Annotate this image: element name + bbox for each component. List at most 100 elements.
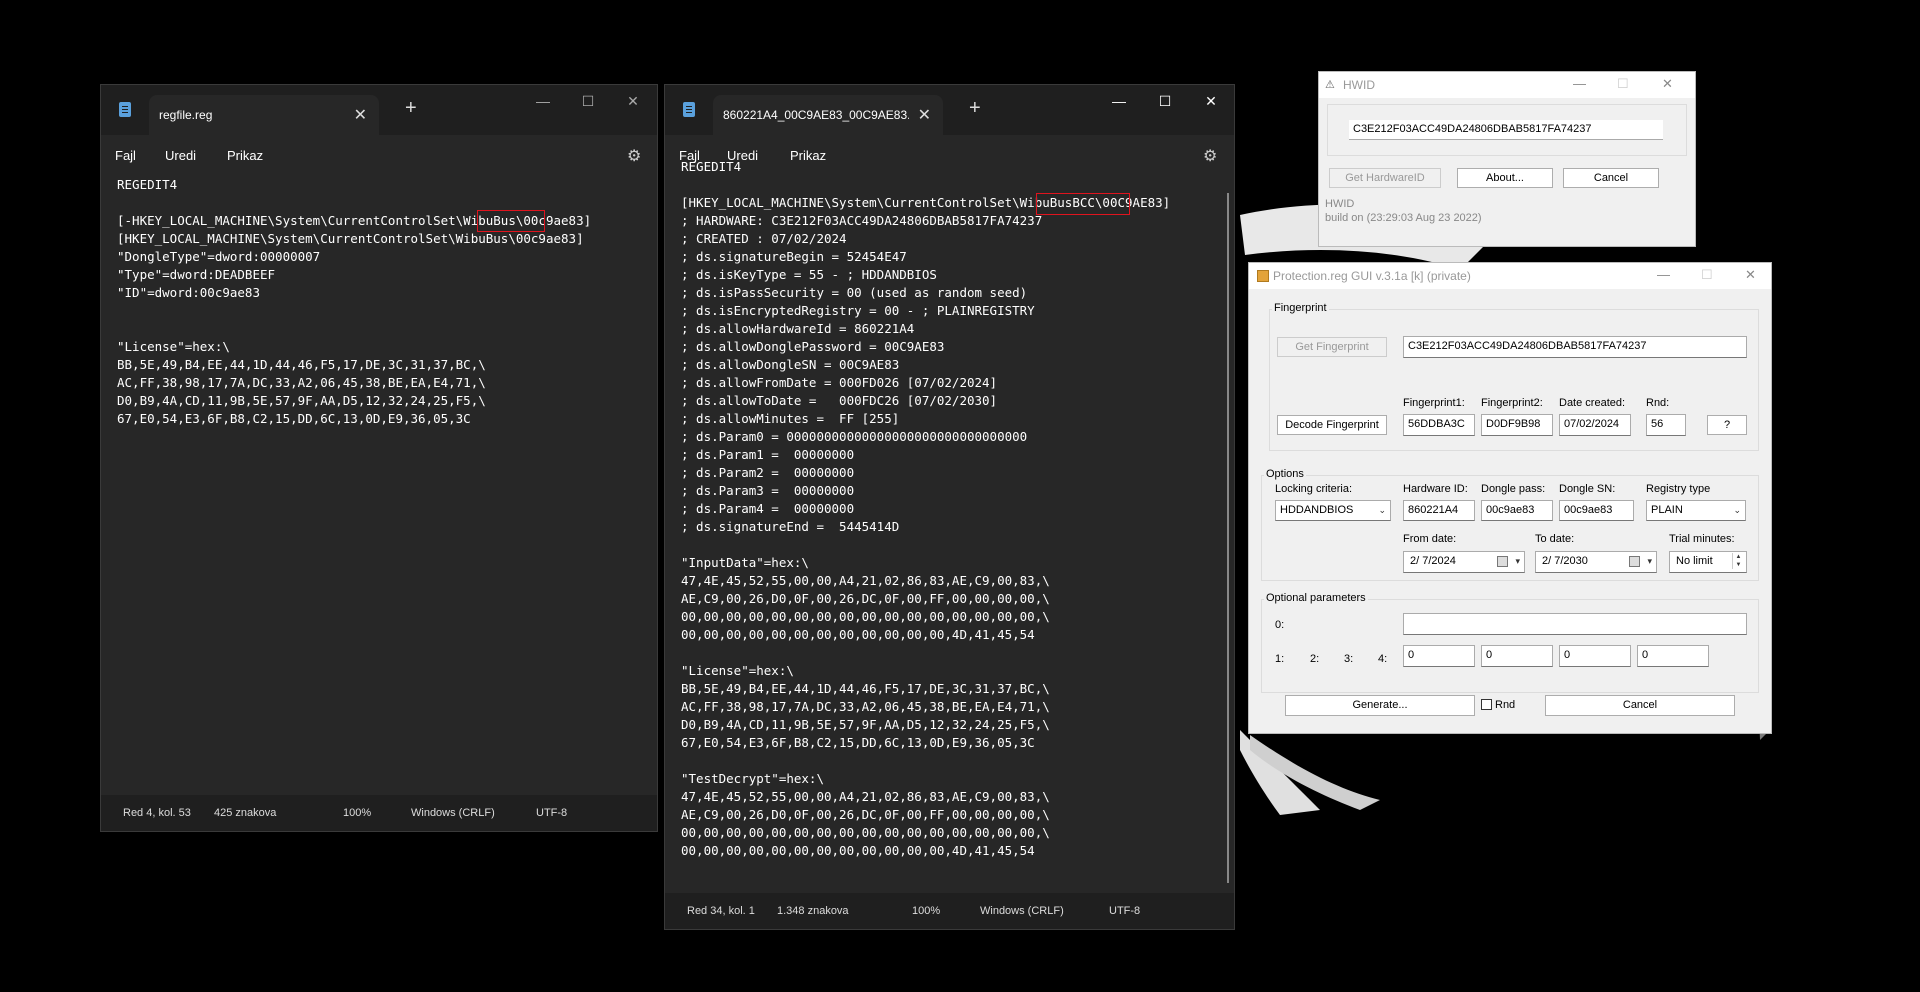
registry-type-select[interactable]: PLAIN ⌄ (1646, 500, 1746, 521)
minimize-icon[interactable]: — (1573, 76, 1586, 91)
date-created-field[interactable]: 07/02/2024 (1559, 414, 1631, 436)
locking-criteria-value: HDDANDBIOS (1280, 504, 1354, 516)
group-label: Options (1264, 468, 1306, 480)
to-date-value: 2/ 7/2030 (1542, 555, 1588, 567)
chevron-down-icon: ⌄ (1378, 505, 1386, 515)
line-ending[interactable]: Windows (CRLF) (411, 807, 495, 819)
text-line: 00,00,00,00,00,00,00,00,00,00,00,00,4D,4… (681, 627, 1035, 642)
status-bar: Red 34, kol. 1 1.348 znakova 100% Window… (665, 893, 1234, 929)
tab-generated[interactable]: 860221A4_00C9AE83_00C9AE83.reg ✕ (713, 95, 943, 135)
minimize-icon[interactable]: — (1109, 93, 1129, 109)
text-line: ; ds.isPassSecurity = 00 (used as random… (681, 285, 1028, 300)
text-line: 00,00,00,00,00,00,00,00,00,00,00,00,00,0… (681, 609, 1050, 624)
param2-label: 2: (1310, 653, 1320, 665)
title-bar: regfile.reg ✕ + — ☐ ✕ (101, 85, 657, 135)
text-line: ; ds.signatureBegin = 52454E47 (681, 249, 907, 264)
dongle-sn-input[interactable]: 00c9ae83 (1559, 500, 1634, 521)
menu-edit[interactable]: Uredi (165, 148, 196, 163)
title-bar: ⚠ HWID — ☐ ✕ (1319, 72, 1695, 98)
text-line: ; ds.Param3 = 00000000 (681, 483, 855, 498)
maximize-icon[interactable]: ☐ (1155, 93, 1175, 110)
zoom-level[interactable]: 100% (343, 807, 371, 819)
fingerprint2-field[interactable]: D0DF9B98 (1481, 414, 1553, 436)
registry-type-value: PLAIN (1651, 504, 1683, 516)
close-icon[interactable]: ✕ (1662, 76, 1673, 92)
param1-input[interactable]: 0 (1403, 645, 1475, 667)
param0-label: 0: (1275, 619, 1285, 631)
encoding[interactable]: UTF-8 (1109, 905, 1140, 917)
maximize-icon: ☐ (1701, 267, 1713, 282)
get-fingerprint-button[interactable]: Get Fingerprint (1277, 337, 1387, 357)
trial-minutes-stepper[interactable]: No limit ▲ ▼ (1669, 551, 1747, 573)
minimize-icon[interactable]: — (1657, 267, 1670, 282)
text-line: ; ds.allowToDate = 000FDC26 [07/02/2030] (681, 393, 998, 408)
tab-regfile[interactable]: regfile.reg ✕ (149, 95, 379, 135)
char-count: 425 znakova (214, 807, 277, 819)
dialog-title: Protection.reg GUI v.3.1a [k] (private) (1273, 269, 1471, 283)
from-date-picker[interactable]: 2/ 7/2024 ▾ (1403, 551, 1525, 573)
new-tab-icon[interactable]: + (405, 97, 417, 120)
fingerprint2-label: Fingerprint2: (1481, 397, 1543, 409)
calendar-icon[interactable] (1497, 556, 1508, 567)
menu-view[interactable]: Prikaz (227, 148, 263, 163)
text-line: 67,E0,54,E3,6F,B8,C2,15,DD,6C,13,0D,E9,3… (681, 735, 1035, 750)
text-line: ; ds.isKeyType = 55 - ; HDDANDBIOS (681, 267, 937, 282)
text-line (681, 176, 1170, 194)
settings-gear-icon[interactable]: ⚙ (1203, 146, 1217, 166)
spin-arrows-icon[interactable]: ▲ ▼ (1732, 553, 1744, 569)
param1-label: 1: (1275, 653, 1285, 665)
locking-criteria-select[interactable]: HDDANDBIOS ⌄ (1275, 500, 1391, 521)
registry-type-label: Registry type (1646, 483, 1711, 495)
vertical-scrollbar[interactable] (1227, 193, 1229, 883)
param2-input[interactable]: 0 (1481, 645, 1553, 667)
chevron-down-icon[interactable]: ▾ (1647, 552, 1652, 570)
fingerprint-field[interactable]: C3E212F03ACC49DA24806DBAB5817FA74237 (1403, 336, 1747, 358)
hardware-id-label: Hardware ID: (1403, 483, 1468, 495)
text-line: ; ds.signatureEnd = 5445414D (681, 519, 900, 534)
encoding[interactable]: UTF-8 (536, 807, 567, 819)
close-tab-icon[interactable]: ✕ (918, 105, 931, 125)
dongle-pass-label: Dongle pass: (1481, 483, 1546, 495)
text-line: "DongleType"=dword:00000007 (117, 249, 321, 264)
close-icon[interactable]: ✕ (1745, 267, 1756, 283)
zoom-level[interactable]: 100% (912, 905, 940, 917)
rnd-checkbox[interactable] (1481, 699, 1492, 710)
param0-input[interactable] (1403, 613, 1747, 635)
about-button[interactable]: About... (1457, 168, 1553, 188)
get-hardwareid-button[interactable]: Get HardwareID (1329, 168, 1441, 188)
text-line: 00,00,00,00,00,00,00,00,00,00,00,00,00,0… (681, 825, 1050, 840)
protection-gui-dialog: Protection.reg GUI v.3.1a [k] (private) … (1248, 262, 1772, 734)
help-button[interactable]: ? (1707, 415, 1747, 435)
to-date-picker[interactable]: 2/ 7/2030 ▾ (1535, 551, 1657, 573)
cancel-button[interactable]: Cancel (1545, 695, 1735, 716)
param4-input[interactable]: 0 (1637, 645, 1709, 667)
hardware-id-field[interactable]: C3E212F03ACC49DA24806DBAB5817FA74237 (1349, 120, 1663, 140)
param3-input[interactable]: 0 (1559, 645, 1631, 667)
new-tab-icon[interactable]: + (969, 97, 981, 120)
text-line: 00,00,00,00,00,00,00,00,00,00,00,00,4D,4… (681, 843, 1035, 858)
chevron-down-icon[interactable]: ▾ (1515, 552, 1520, 570)
cancel-button[interactable]: Cancel (1563, 168, 1659, 188)
text-line: ; ds.allowMinutes = FF [255] (681, 411, 900, 426)
text-line (681, 752, 1170, 770)
close-icon[interactable]: ✕ (623, 93, 643, 110)
rnd-field[interactable]: 56 (1646, 414, 1686, 436)
hwid-dialog: ⚠ HWID — ☐ ✕ C3E212F03ACC49DA24806DBAB58… (1318, 71, 1696, 247)
minimize-icon[interactable]: — (533, 93, 553, 109)
maximize-icon[interactable]: ☐ (578, 93, 598, 110)
close-icon[interactable]: ✕ (1201, 93, 1221, 110)
text-line (117, 320, 591, 338)
line-ending[interactable]: Windows (CRLF) (980, 905, 1064, 917)
dongle-pass-input[interactable]: 00c9ae83 (1481, 500, 1553, 521)
close-tab-icon[interactable]: ✕ (354, 105, 367, 125)
text-editor[interactable]: REGEDIT4 [HKEY_LOCAL_MACHINE\System\Curre… (681, 158, 1170, 860)
hardware-id-input[interactable]: 860221A4 (1403, 500, 1475, 521)
text-line: D0,B9,4A,CD,11,9B,5E,57,9F,AA,D5,12,32,2… (681, 717, 1050, 732)
fingerprint1-field[interactable]: 56DDBA3C (1403, 414, 1475, 436)
menu-file[interactable]: Fajl (115, 148, 136, 163)
decode-fingerprint-button[interactable]: Decode Fingerprint (1277, 415, 1387, 435)
dialog-title: HWID (1343, 78, 1375, 92)
calendar-icon[interactable] (1629, 556, 1640, 567)
settings-gear-icon[interactable]: ⚙ (627, 146, 641, 166)
generate-button[interactable]: Generate... (1285, 695, 1475, 716)
